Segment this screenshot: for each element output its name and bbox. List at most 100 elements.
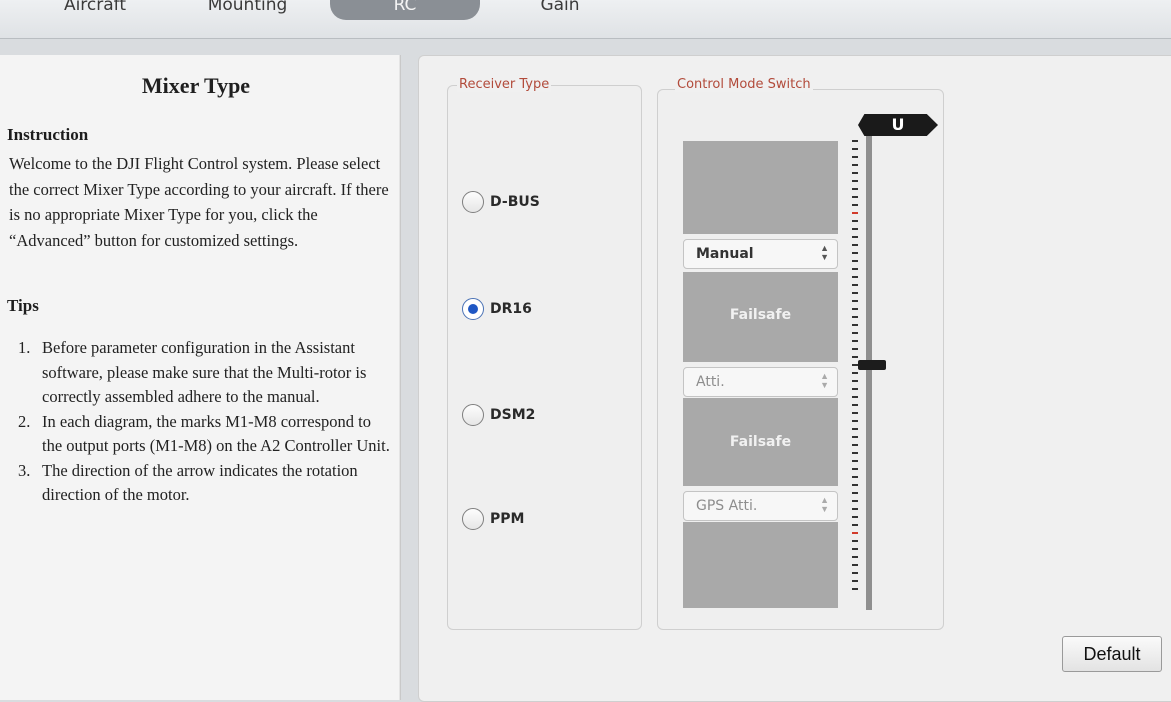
slider-tick [852,532,858,534]
tab-rc[interactable]: RC [330,0,480,20]
slider-tick [852,540,858,542]
slider-tick [852,556,858,558]
slider-tick [852,196,858,198]
tab-mounting[interactable]: Mounting [190,0,305,20]
slider-tick [852,332,858,334]
radio-label: DR16 [490,301,532,317]
tips-heading: Tips [7,296,39,315]
receiver-type-group [447,85,642,630]
slider-tick [852,212,858,214]
tab-aircraft[interactable]: Aircraft [40,0,150,20]
slider-tick [852,308,858,310]
mode-zone-top [683,141,838,234]
tip-number: 2. [18,411,31,431]
tip-number: 1. [18,338,31,357]
slider-tick [852,324,858,326]
tip-item: 1. Before parameter configuration in the … [18,336,390,410]
instruction-panel: Mixer Type Instruction Welcome to the DJ… [0,55,401,700]
slider-tick [852,444,858,446]
failsafe-label: Failsafe [729,307,792,323]
slider-tick [852,524,858,526]
slider-tick [852,572,858,574]
slider-tick [852,164,858,166]
slider-tick [852,252,858,254]
failsafe-label: Failsafe [729,434,792,450]
radio-button[interactable] [462,191,484,213]
slider-tick [852,220,858,222]
slider-tick [852,516,858,518]
mode-zone-bottom [683,522,838,608]
slider-tick [852,380,858,382]
slider-tick [852,452,858,454]
tips-list: 1. Before parameter configuration in the … [18,336,390,508]
slider-tick [852,580,858,582]
mode-select-manual[interactable]: Manual ▲ ▼ [683,239,838,269]
receiver-type-label: Receiver Type [457,77,552,92]
slider-tick [852,404,858,406]
slider-tick [852,484,858,486]
slider-tick [852,500,858,502]
slider-tick [852,204,858,206]
radio-button[interactable] [462,404,484,426]
slider-tick [852,476,858,478]
slider-tick [852,260,858,262]
tab-bar: Aircraft Mounting RC Gain [0,0,1171,39]
channel-u-badge: U [858,114,938,136]
channel-slider-handle[interactable] [858,360,886,370]
tip-item: 2. In each diagram, the marks M1-M8 corre… [18,410,390,459]
slider-tick [852,284,858,286]
instruction-heading: Instruction [7,125,89,144]
slider-tick [852,348,858,350]
select-arrows-icon: ▲ ▼ [820,495,829,514]
slider-tick [852,316,858,318]
slider-tick [852,468,858,470]
tip-text: The direction of the arrow indicates the… [42,460,358,505]
slider-tick [852,172,858,174]
slider-tick [852,388,858,390]
select-arrows-icon: ▲ ▼ [820,371,829,390]
slider-tick [852,268,858,270]
radio-button-selected[interactable] [462,298,484,320]
radio-button[interactable] [462,508,484,530]
slider-tick [852,356,858,358]
slider-tick [852,300,858,302]
slider-tick [852,228,858,230]
select-value: Manual [696,246,754,262]
tip-item: 3. The direction of the arrow indicates t… [18,459,390,508]
slider-tick [852,460,858,462]
radio-label: DSM2 [490,407,536,423]
slider-tick [852,508,858,510]
default-button[interactable]: Default [1062,636,1162,672]
slider-tick [852,420,858,422]
tip-text: In each diagram, the marks M1-M8 corresp… [42,411,390,456]
slider-tick [852,140,858,142]
select-value: GPS Atti. [696,498,758,514]
mode-select-atti[interactable]: Atti. ▲ ▼ [683,367,838,397]
mode-select-gps-atti[interactable]: GPS Atti. ▲ ▼ [683,491,838,521]
slider-tick [852,396,858,398]
slider-tick [852,244,858,246]
mixer-type-title: Mixer Type [141,73,251,98]
tab-gain[interactable]: Gain [520,0,600,20]
select-value: Atti. [696,374,725,390]
radio-label: PPM [490,511,525,527]
slider-tick [852,564,858,566]
slider-tick [852,276,858,278]
channel-slider-track [866,134,872,610]
select-arrows-icon: ▲ ▼ [820,243,829,262]
slider-tick [852,548,858,550]
slider-tick [852,148,858,150]
slider-tick [852,292,858,294]
slider-tick [852,372,858,374]
slider-tick [852,340,858,342]
slider-tick [852,180,858,182]
slider-tick [852,236,858,238]
slider-tick [852,188,858,190]
slider-tick [852,492,858,494]
tip-number: 3. [18,460,31,480]
slider-tick [852,588,858,590]
control-mode-switch-label: Control Mode Switch [675,77,813,92]
slider-tick [852,156,858,158]
instruction-text: Welcome to the DJI Flight Control system… [9,154,389,250]
slider-ticks [848,140,862,600]
